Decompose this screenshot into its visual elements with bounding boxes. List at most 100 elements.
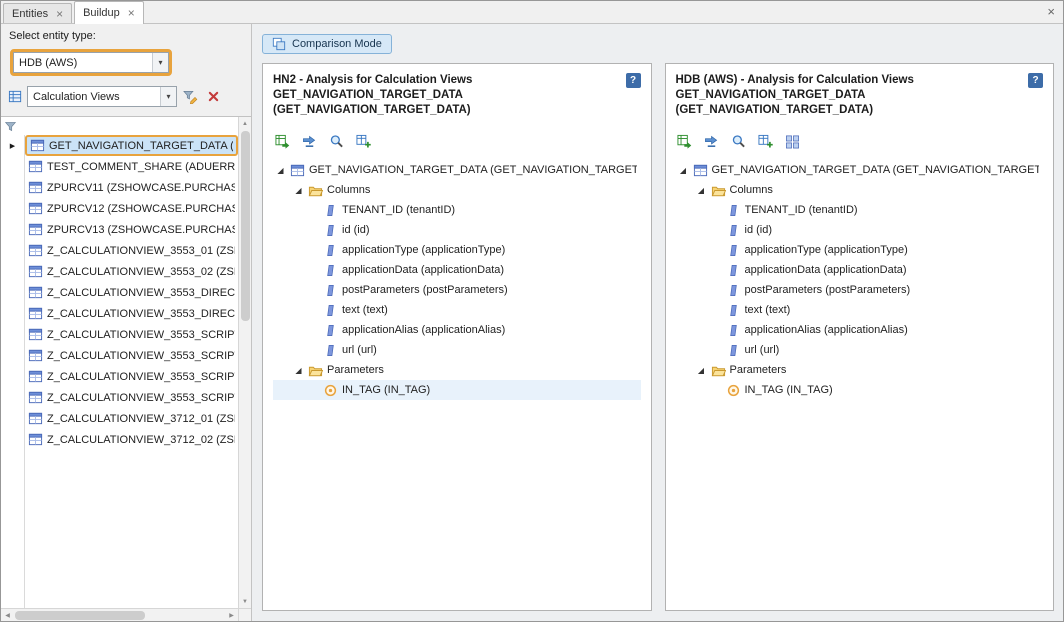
entity-list-item[interactable]: Z_CALCULATIONVIEW_3553_SCRIPT xyxy=(1,345,238,366)
chevron-down-icon[interactable]: ▾ xyxy=(152,53,168,72)
tree-root-row[interactable]: ◢ GET_NAVIGATION_TARGET_DATA (GET_NAVIGA… xyxy=(273,160,641,180)
tree-folder-parameters[interactable]: ◢ Parameters xyxy=(273,360,641,380)
export-button[interactable] xyxy=(676,132,694,150)
help-icon[interactable]: ? xyxy=(1028,73,1043,88)
tree-item-column[interactable]: url (url) xyxy=(676,340,1044,360)
entity-list-item[interactable]: TEST_COMMENT_SHARE (ADUERRST xyxy=(1,156,238,177)
tree-item-column[interactable]: applicationAlias (applicationAlias) xyxy=(676,320,1044,340)
expander-icon[interactable]: ◢ xyxy=(293,186,304,195)
column-icon xyxy=(726,243,741,258)
add-table-button[interactable] xyxy=(757,132,775,150)
tree-item-parameter[interactable]: IN_TAG (IN_TAG) xyxy=(273,380,641,400)
entity-list: ▶ GET_NAVIGATION_TARGET_DATA (s TEST_COM… xyxy=(1,116,251,621)
horizontal-scrollbar[interactable]: ◀ ▶ xyxy=(1,608,238,621)
transfer-icon xyxy=(302,134,317,149)
column-icon xyxy=(726,283,741,298)
scroll-left-icon[interactable]: ◀ xyxy=(1,609,14,622)
entity-list-item[interactable]: Z_CALCULATIONVIEW_3553_02 (ZSF xyxy=(1,261,238,282)
close-icon[interactable]: × xyxy=(56,8,63,20)
parameter-icon xyxy=(323,383,338,398)
tree-item-column[interactable]: applicationAlias (applicationAlias) xyxy=(273,320,641,340)
calculation-view-icon xyxy=(28,348,43,363)
scroll-down-icon[interactable]: ▼ xyxy=(239,595,252,608)
add-table-button[interactable] xyxy=(354,132,372,150)
entity-list-item[interactable]: Z_CALCULATIONVIEW_3553_SCRIPT xyxy=(1,387,238,408)
export-icon xyxy=(275,134,290,149)
scroll-up-icon[interactable]: ▲ xyxy=(239,117,252,130)
entity-list-item[interactable]: Z_CALCULATIONVIEW_3712_02 (ZSF xyxy=(1,429,238,450)
scroll-right-icon[interactable]: ▶ xyxy=(225,609,238,622)
tree-item-column[interactable]: id (id) xyxy=(676,220,1044,240)
column-icon xyxy=(323,323,338,338)
transfer-button[interactable] xyxy=(300,132,318,150)
view-type-dropdown[interactable]: Calculation Views ▾ xyxy=(27,86,177,107)
vertical-scrollbar[interactable]: ▲ ▼ xyxy=(238,117,251,608)
entity-list-item[interactable]: ZPURCV13 (ZSHOWCASE.PURCHASIN xyxy=(1,219,238,240)
tile-view-button[interactable] xyxy=(784,132,802,150)
tree-folder-columns[interactable]: ◢ Columns xyxy=(676,180,1044,200)
expander-icon[interactable]: ◢ xyxy=(678,166,689,175)
expander-icon[interactable]: ◢ xyxy=(696,186,707,195)
tree-item-column[interactable]: applicationData (applicationData) xyxy=(676,260,1044,280)
zoom-button[interactable] xyxy=(730,132,748,150)
comparison-panels: HN2 - Analysis for Calculation Views GET… xyxy=(262,63,1054,611)
tree-item-column[interactable]: applicationType (applicationType) xyxy=(676,240,1044,260)
tree-item-column[interactable]: postParameters (postParameters) xyxy=(273,280,641,300)
tree-item-column[interactable]: TENANT_ID (tenantID) xyxy=(676,200,1044,220)
entity-list-item[interactable]: Z_CALCULATIONVIEW_3553_DIRECT xyxy=(1,282,238,303)
entity-list-item[interactable]: ZPURCV11 (ZSHOWCASE.PURCHASIN xyxy=(1,177,238,198)
entity-list-item[interactable]: Z_CALCULATIONVIEW_3553_01 (ZSF xyxy=(1,240,238,261)
filter-row[interactable] xyxy=(1,117,238,135)
filter-edit-button[interactable] xyxy=(181,87,200,106)
tree-item-column[interactable]: text (text) xyxy=(676,300,1044,320)
column-icon xyxy=(726,303,741,318)
row-pointer-icon: ▶ xyxy=(10,142,15,150)
calculation-view-icon xyxy=(30,138,45,153)
scrollbar-corner xyxy=(238,608,251,621)
entity-list-item[interactable]: ZPURCV12 (ZSHOWCASE.PURCHASIN xyxy=(1,198,238,219)
tree-item-column[interactable]: applicationType (applicationType) xyxy=(273,240,641,260)
tree-item-parameter[interactable]: IN_TAG (IN_TAG) xyxy=(676,380,1044,400)
tab-entities[interactable]: Entities × xyxy=(3,3,72,23)
entity-list-item[interactable]: Z_CALCULATIONVIEW_3553_SCRIPT xyxy=(1,366,238,387)
tab-buildup[interactable]: Buildup × xyxy=(74,1,144,24)
tree-item-column[interactable]: TENANT_ID (tenantID) xyxy=(273,200,641,220)
scrollbar-thumb[interactable] xyxy=(241,131,250,321)
tree-folder-parameters[interactable]: ◢ Parameters xyxy=(676,360,1044,380)
scrollbar-thumb[interactable] xyxy=(15,611,145,620)
tree-root-row[interactable]: ◢ GET_NAVIGATION_TARGET_DATA (GET_NAVIGA… xyxy=(676,160,1044,180)
column-icon xyxy=(726,223,741,238)
expander-icon[interactable]: ◢ xyxy=(293,366,304,375)
parameter-icon xyxy=(726,383,741,398)
entity-type-dropdown[interactable]: HDB (AWS) ▾ xyxy=(13,52,169,73)
close-icon[interactable]: × xyxy=(128,7,135,19)
help-icon[interactable]: ? xyxy=(626,73,641,88)
tree-item-column[interactable]: text (text) xyxy=(273,300,641,320)
expander-icon[interactable]: ◢ xyxy=(275,166,286,175)
calculation-view-icon xyxy=(28,411,43,426)
tree-item-column[interactable]: url (url) xyxy=(273,340,641,360)
tab-entities-label: Entities xyxy=(12,8,48,20)
zoom-button[interactable] xyxy=(327,132,345,150)
expander-icon[interactable]: ◢ xyxy=(696,366,707,375)
close-icon[interactable]: × xyxy=(1047,4,1055,19)
comparison-mode-button[interactable]: Comparison Mode xyxy=(262,34,392,54)
export-icon xyxy=(677,134,692,149)
column-icon xyxy=(323,263,338,278)
clear-filter-button[interactable] xyxy=(204,87,223,106)
chevron-down-icon[interactable]: ▾ xyxy=(160,87,176,106)
calculation-view-icon xyxy=(28,285,43,300)
transfer-button[interactable] xyxy=(703,132,721,150)
tree-item-column[interactable]: applicationData (applicationData) xyxy=(273,260,641,280)
entity-list-item[interactable]: Z_CALCULATIONVIEW_3712_01 (ZSF xyxy=(1,408,238,429)
tree-item-column[interactable]: id (id) xyxy=(273,220,641,240)
tree-item-column[interactable]: postParameters (postParameters) xyxy=(676,280,1044,300)
view-type-icon xyxy=(8,89,23,104)
entity-type-value: HDB (AWS) xyxy=(14,57,152,69)
entity-list-item-selected[interactable]: ▶ GET_NAVIGATION_TARGET_DATA (s xyxy=(1,135,238,156)
table-icon xyxy=(290,163,305,178)
export-button[interactable] xyxy=(273,132,291,150)
entity-list-item[interactable]: Z_CALCULATIONVIEW_3553_SCRIPT xyxy=(1,324,238,345)
tree-folder-columns[interactable]: ◢ Columns xyxy=(273,180,641,200)
entity-list-item[interactable]: Z_CALCULATIONVIEW_3553_DIRECT xyxy=(1,303,238,324)
